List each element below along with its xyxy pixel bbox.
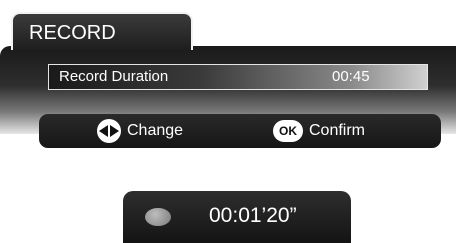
record-duration-label: Record Duration (59, 68, 169, 85)
confirm-label: Confirm (309, 122, 366, 139)
change-label: Change (127, 122, 184, 139)
record-indicator-icon (145, 208, 171, 226)
left-right-arrow-icon (97, 119, 121, 143)
ok-button-icon: OK (273, 120, 303, 142)
menu-title-tab: RECORD (11, 12, 193, 50)
recording-status-box: 00:01’20” (123, 191, 351, 243)
change-hint: Change (97, 114, 183, 148)
help-bar: Change OK Confirm (39, 114, 441, 148)
menu-title: RECORD (29, 22, 116, 44)
elapsed-time: 00:01’20” (209, 204, 297, 227)
record-duration-value[interactable]: 00:45 (332, 65, 370, 89)
confirm-hint: OK Confirm (273, 114, 365, 148)
record-duration-row[interactable]: Record Duration 00:45 (48, 64, 428, 90)
